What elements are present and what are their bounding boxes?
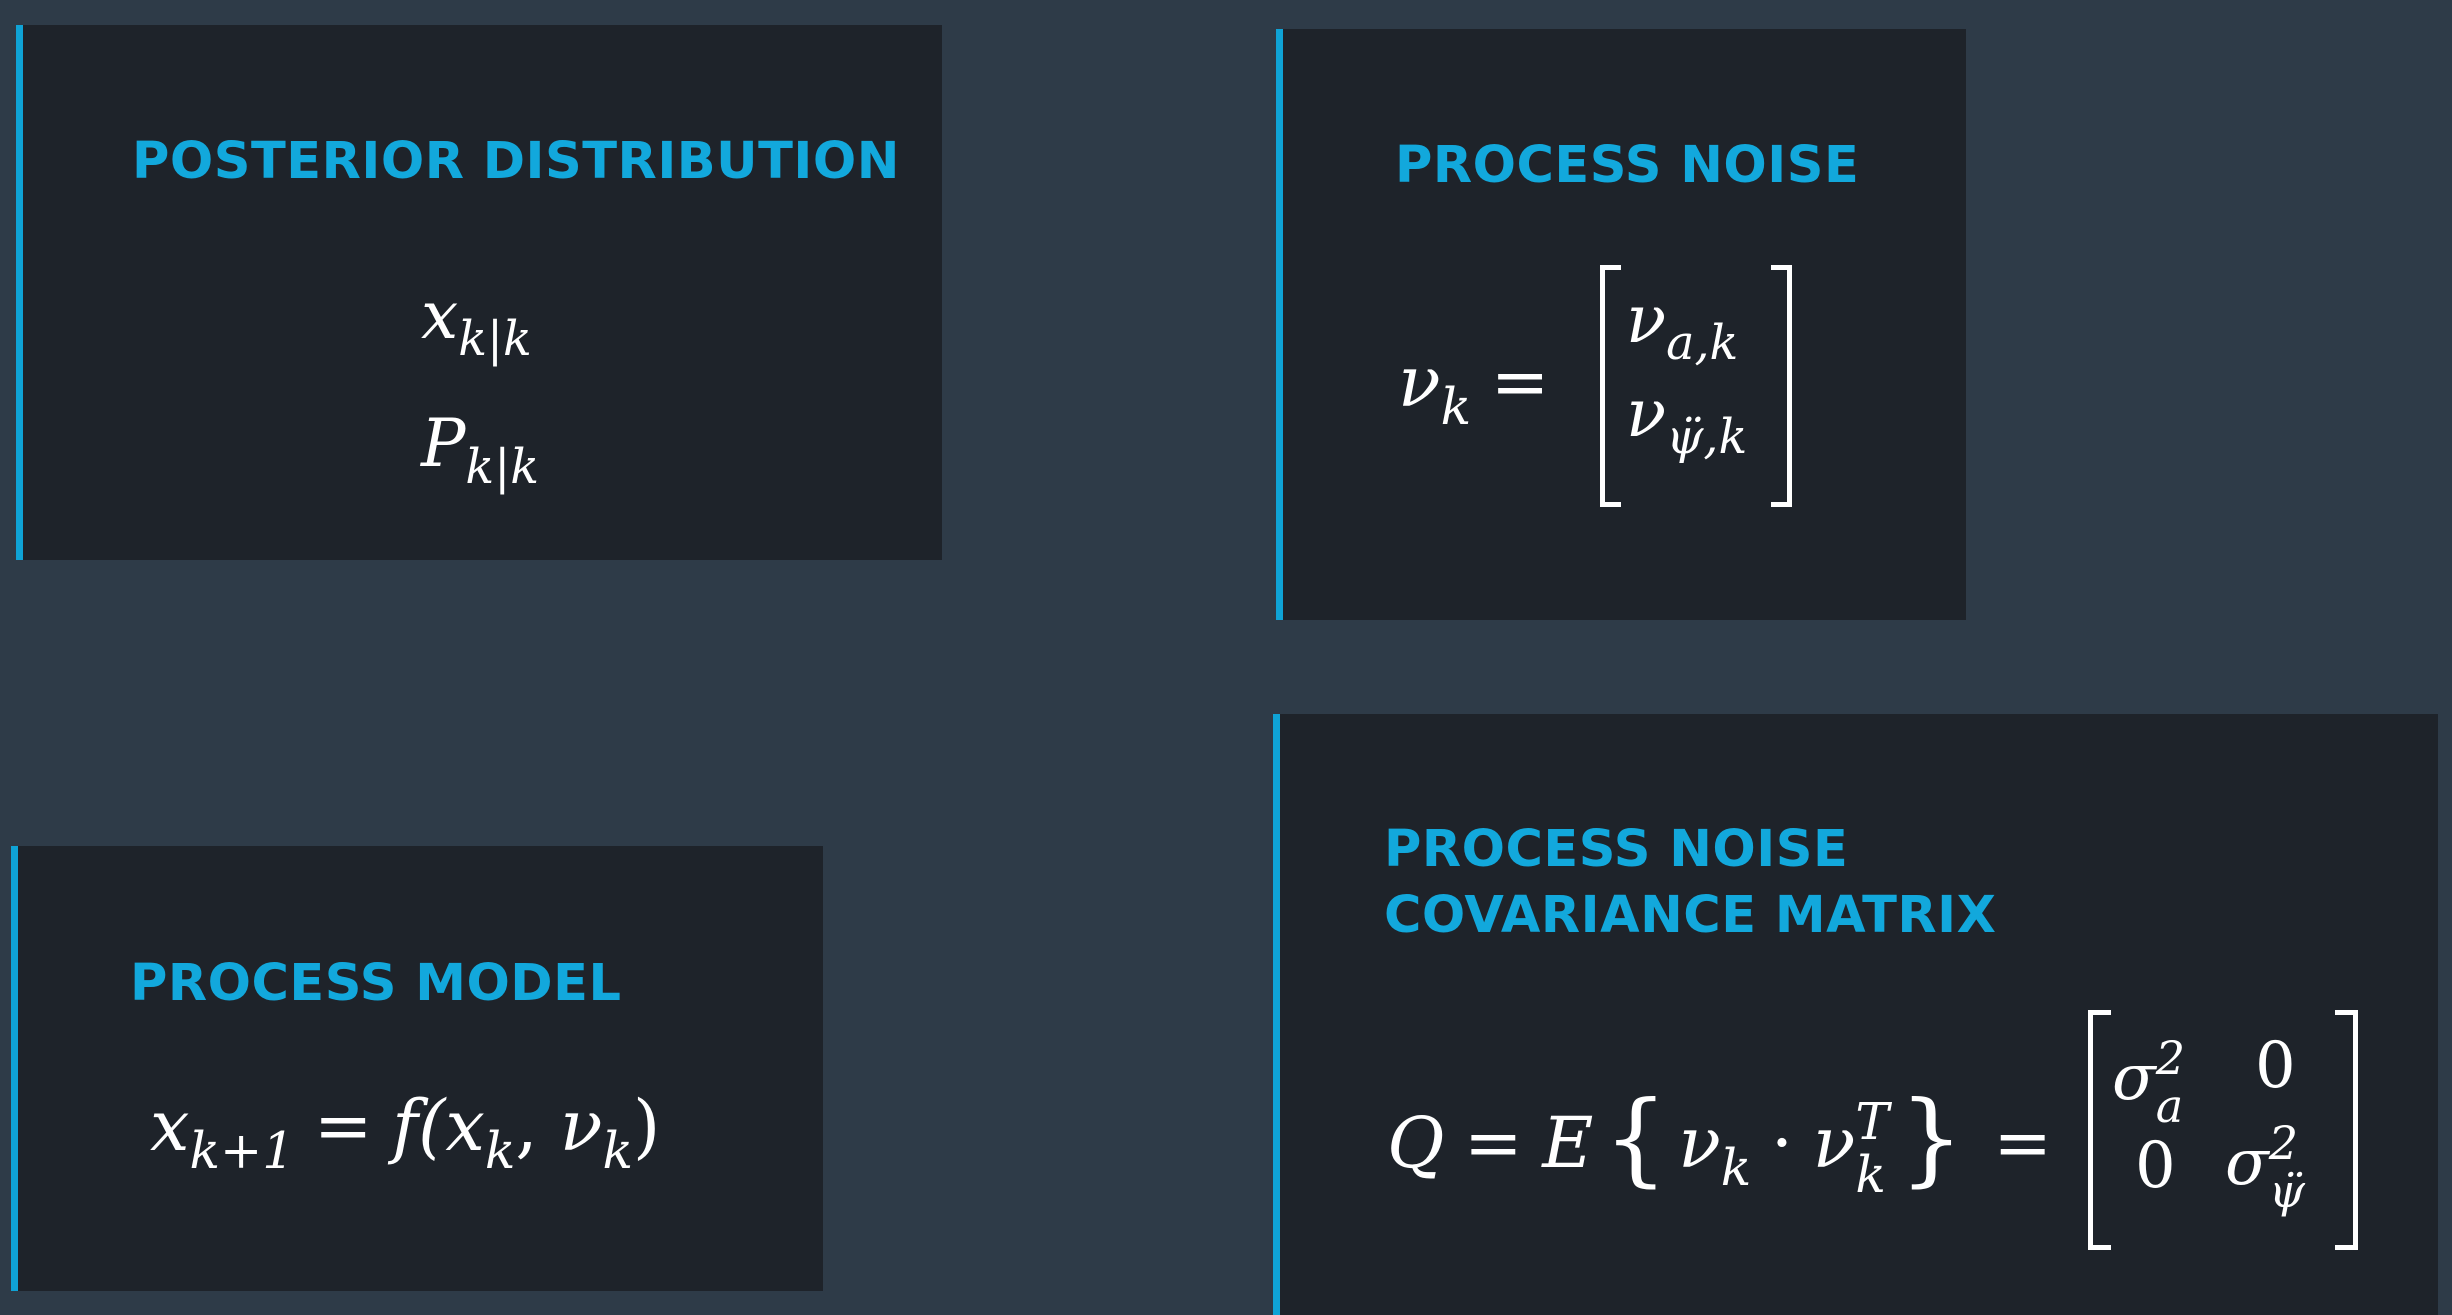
noise-vector-row1: νa,k [1626,281,1739,371]
noise-vector-lhs: νk = [1398,341,1550,436]
v2-scripts: Tk [1855,1092,1889,1204]
matrix-cell-sigma-psi: σ 2 ψ̈ [2225,1116,2305,1219]
process-model-formula: xk+1 = f(xk, νk) [150,1085,661,1180]
posterior-distribution-title: POSTERIOR DISTRIBUTION [132,132,900,191]
matrix-cell-sigma-a: σ2a [2112,1031,2186,1134]
covariance-expectation-formula: Q = E{νk · ν Tk} = [1387,1079,2053,1204]
posterior-covariance-formula: Pk|k [421,405,540,495]
noise-vector-left-bracket [1600,265,1621,507]
noise-vector-row2: νψ̈,k [1626,375,1748,465]
covariance-matrix-right-bracket [2335,1010,2358,1250]
posterior-state-formula: xk|k [421,277,532,367]
sigma-a-scripts: 2a [2155,1031,2186,1134]
process-model-card: PROCESS MODEL xk+1 = f(xk, νk) [11,846,823,1291]
posterior-distribution-card: POSTERIOR DISTRIBUTION xk|k Pk|k [16,25,942,560]
matrix-cell-zero-top: 0 [2255,1029,2296,1103]
covariance-title-line2: COVARIANCE MATRIX [1384,886,1997,945]
process-noise-card: PROCESS NOISE νk = νa,k νψ̈,k [1276,29,1966,620]
sigma-psi-scripts: 2 ψ̈ [2268,1116,2305,1219]
covariance-matrix-left-bracket [2088,1010,2111,1250]
process-noise-covariance-card: PROCESS NOISE COVARIANCE MATRIX Q = E{νk · ν… [1273,714,2438,1315]
process-noise-title: PROCESS NOISE [1395,136,1860,195]
process-model-title: PROCESS MODEL [130,954,622,1013]
covariance-title-line1: PROCESS NOISE [1384,820,1849,879]
matrix-cell-zero-bottom: 0 [2135,1129,2176,1203]
noise-vector-right-bracket [1771,265,1792,507]
